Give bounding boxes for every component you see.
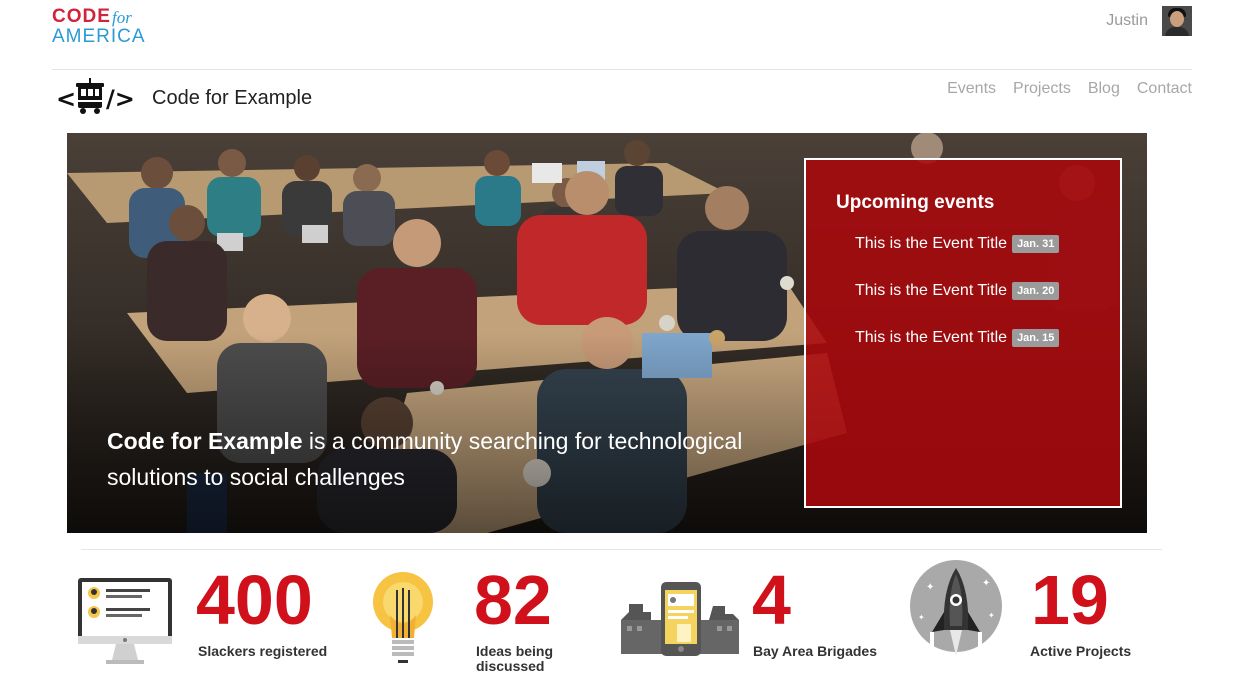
event-item[interactable]: This is the Event Title Jan. 31	[855, 235, 1060, 253]
event-title[interactable]: This is the Event Title	[855, 329, 1007, 347]
stat-brigades: 4 Bay Area Brigades	[621, 560, 901, 690]
stat-value: 400	[196, 561, 313, 639]
event-date-badge: Jan. 31	[1012, 235, 1060, 253]
avatar[interactable]	[1162, 6, 1192, 36]
stat-label: Ideas being discussed	[476, 643, 554, 674]
logo-code-text: CODE	[52, 6, 111, 27]
main-nav: Events Projects Blog Contact	[947, 80, 1192, 98]
nav-contact[interactable]: Contact	[1137, 80, 1192, 98]
stat-ideas: 82 Ideas being discussed	[370, 560, 610, 690]
top-bar: CODE for AMERICA Justin	[0, 0, 1235, 70]
hero-banner: Code for Example is a community searchin…	[67, 133, 1147, 533]
user-name[interactable]: Justin	[1106, 12, 1148, 30]
stat-value: 19	[1031, 561, 1109, 639]
event-date-badge: Jan. 20	[1012, 282, 1060, 300]
nav-projects[interactable]: Projects	[1013, 80, 1071, 98]
user-menu[interactable]: Justin	[1106, 6, 1192, 36]
cable-car-code-icon: < />	[56, 78, 138, 118]
rocket-icon: ✦ ✦ ✦ ✦	[910, 560, 1002, 656]
phone-city-icon	[621, 582, 739, 656]
event-date-badge: Jan. 15	[1012, 329, 1060, 347]
event-title[interactable]: This is the Event Title	[855, 235, 1007, 253]
brigade-brand[interactable]: < /> Code for Example	[56, 78, 312, 118]
logo-for-text: for	[112, 8, 132, 27]
svg-text:/>: />	[106, 85, 135, 113]
svg-text:✦: ✦	[926, 582, 934, 593]
hero-tagline-bold: Code for Example	[107, 428, 303, 454]
stat-value: 82	[474, 561, 552, 639]
upcoming-events-panel: Upcoming events This is the Event Title …	[804, 158, 1122, 508]
brigade-title[interactable]: Code for Example	[152, 87, 312, 110]
event-title[interactable]: This is the Event Title	[855, 282, 1007, 300]
stat-label: Slackers registered	[198, 643, 328, 659]
stat-value: 4	[752, 561, 791, 639]
svg-text:✦: ✦	[982, 578, 990, 589]
stats-divider	[81, 549, 1162, 550]
code-for-america-logo[interactable]: CODE for AMERICA	[52, 6, 152, 47]
hero-tagline: Code for Example is a community searchin…	[107, 423, 827, 495]
stat-label: Bay Area Brigades	[753, 643, 877, 659]
svg-text:<: <	[56, 85, 76, 113]
header-divider	[52, 69, 1192, 70]
stat-slackers: 400 Slackers registered	[76, 560, 346, 690]
lightbulb-icon	[373, 572, 433, 663]
logo-america-text: AMERICA	[52, 26, 146, 47]
nav-events[interactable]: Events	[947, 80, 996, 98]
monitor-icon	[78, 578, 172, 664]
svg-text:✦: ✦	[988, 611, 995, 620]
upcoming-events-heading: Upcoming events	[836, 192, 995, 213]
event-item[interactable]: This is the Event Title Jan. 15	[855, 329, 1060, 347]
event-item[interactable]: This is the Event Title Jan. 20	[855, 282, 1060, 300]
nav-blog[interactable]: Blog	[1088, 80, 1120, 98]
stat-projects: ✦ ✦ ✦ ✦ 19 Active Projects	[910, 560, 1180, 690]
svg-text:✦: ✦	[918, 613, 925, 622]
stat-label: Active Projects	[1030, 643, 1132, 659]
